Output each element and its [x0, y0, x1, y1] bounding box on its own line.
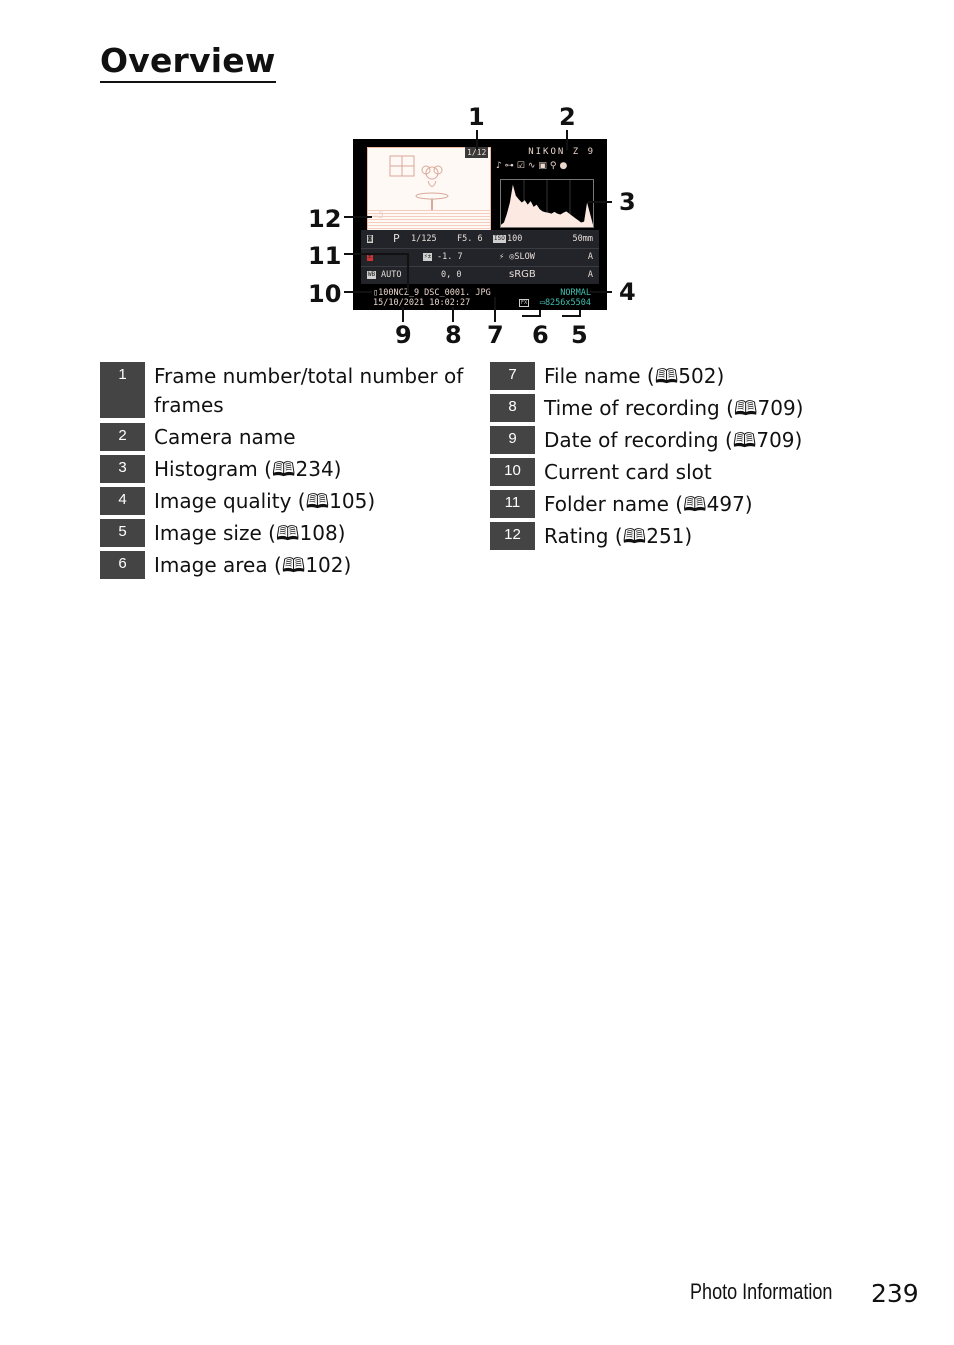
camera-screen: 1/12 ☆5 NIKON Z 9 ♪ ⊶ ☑ ∿ ▣ ⚲ ● ◙ P 1/125 F5. … [353, 139, 607, 310]
callout-8: 8 [445, 321, 462, 349]
focal-length: 50mm [572, 234, 593, 244]
info-row-exposure: ◙ P 1/125 F5. 6 ISO 100 50mm [361, 230, 599, 249]
legend-row: 8 Time of recording (🕮709) [490, 394, 850, 423]
info-row-color: WB AUTO 0, 0 sRGB A [361, 266, 599, 284]
legend-text: Rating (🕮251) [544, 524, 693, 548]
legend-number: 9 [490, 426, 535, 454]
wb-fine-tune: 0, 0 [441, 270, 462, 280]
flash-mode: ⚡ ◎SLOW [499, 252, 535, 262]
shutter-speed: 1/125 [411, 234, 437, 244]
image-area: FX [519, 299, 530, 307]
wb-label: WB [367, 271, 377, 279]
legend-number: 2 [100, 423, 145, 451]
photo-thumbnail [367, 147, 491, 231]
legend-text: Current card slot [544, 460, 712, 484]
legend-row: 9 Date of recording (🕮709) [490, 426, 850, 455]
callout-1: 1 [468, 103, 485, 131]
page-title: Overview [100, 42, 276, 83]
legend-row: 2 Camera name [100, 423, 480, 452]
iso-value: 100 [507, 234, 523, 244]
legend-row: 3 Histogram (🕮234) [100, 455, 480, 484]
legend-text: Histogram (🕮234) [154, 457, 342, 481]
flash-comp-icon: ⚡± [423, 253, 433, 261]
legend-left: 1 Frame number/total number of frames 2 Ca… [100, 362, 480, 583]
legend-text: Camera name [154, 425, 296, 449]
legend-number: 5 [100, 519, 145, 547]
legend-text: Folder name (🕮497) [544, 492, 753, 516]
legend-text: Image quality (🕮105) [154, 489, 376, 513]
legend-number: 12 [490, 522, 535, 550]
image-quality: NORMAL [560, 288, 591, 298]
callout-9: 9 [395, 321, 412, 349]
legend-number: 1 [100, 362, 145, 418]
legend-text: File name (🕮502) [544, 364, 725, 388]
legend-number: 4 [100, 487, 145, 515]
legend-row: 4 Image quality (🕮105) [100, 487, 480, 516]
histogram [500, 179, 594, 228]
legend-row: 12 Rating (🕮251) [490, 522, 850, 551]
active-d-lighting-icon: ∿ [527, 161, 537, 171]
camera-name: NIKON Z 9 [528, 147, 595, 157]
legend-number: 11 [490, 490, 535, 518]
section-label: Photo Information [690, 1279, 833, 1304]
legend-row: 1 Frame number/total number of frames [100, 362, 480, 420]
flash-comp-value: -1. 7 [437, 252, 463, 262]
shooting-mode: P [393, 232, 400, 245]
legend-number: 6 [100, 551, 145, 579]
legend-number: 10 [490, 458, 535, 486]
callout-11: 11 [308, 242, 342, 270]
folder-file-name: ▯100NCZ_9 DSC_0001. JPG [373, 288, 491, 298]
callout-6: 6 [532, 321, 549, 349]
legend-text: Frame number/total number of frames [154, 364, 464, 417]
metering-icon: ◙ [367, 235, 373, 243]
voice-memo-icon: ♪ [496, 161, 503, 171]
callout-2: 2 [559, 103, 576, 131]
iso-label: ISO [493, 235, 506, 243]
legend-row: 11 Folder name (🕮497) [490, 490, 850, 519]
legend-text: Image size (🕮108) [154, 521, 346, 545]
legend-row: 7 File name (🕮502) [490, 362, 850, 391]
exposure-comp-icon: ± [367, 253, 373, 261]
legend-number: 8 [490, 394, 535, 422]
picture-control: A [587, 270, 593, 280]
color-space: sRGB [509, 269, 536, 280]
legend-row: 6 Image area (🕮102) [100, 551, 480, 580]
page-number: 239 [871, 1279, 919, 1308]
callout-4: 4 [619, 278, 636, 306]
callout-5: 5 [571, 321, 588, 349]
callout-12: 12 [308, 205, 342, 233]
retouch-icon: ☑ [516, 161, 526, 171]
info-row-flash: ± ⚡± -1. 7 ⚡ ◎SLOW A [361, 248, 599, 267]
legend-number: 3 [100, 455, 145, 483]
callout-3: 3 [619, 188, 636, 216]
comment-icon: ● [559, 161, 569, 171]
callout-7: 7 [487, 321, 504, 349]
shooting-info-panel: ◙ P 1/125 F5. 6 ISO 100 50mm ± ⚡± -1. 7 … [361, 230, 599, 284]
protect-icon: ⊶ [504, 161, 515, 171]
legend-text: Time of recording (🕮709) [544, 396, 804, 420]
callout-10: 10 [308, 280, 342, 308]
aperture: F5. 6 [457, 234, 483, 244]
location-icon: ⚲ [549, 161, 558, 171]
frame-number: 1/12 [465, 147, 489, 158]
legend-text: Date of recording (🕮709) [544, 428, 803, 452]
legend-number: 7 [490, 362, 535, 390]
picture-control-icon: ▣ [538, 161, 548, 171]
legend-row: 10 Current card slot [490, 458, 850, 487]
rating-readout: ☆5 [373, 211, 384, 221]
legend-right: 7 File name (🕮502) 8 Time of recording (🕮7… [490, 362, 850, 554]
playback-screen-figure: 1/12 ☆5 NIKON Z 9 ♪ ⊶ ☑ ∿ ▣ ⚲ ● ◙ P 1/125 F5. … [300, 100, 650, 350]
legend-text: Image area (🕮102) [154, 553, 352, 577]
status-icons: ♪ ⊶ ☑ ∿ ▣ ⚲ ● [496, 161, 570, 171]
legend-row: 5 Image size (🕮108) [100, 519, 480, 548]
thumbnail-floor [368, 210, 490, 230]
recording-datetime: 15/10/2021 10:02:27 [373, 298, 471, 308]
image-size: ▭8256x5504 [539, 298, 591, 308]
ae-bracketing: A [587, 252, 593, 262]
white-balance: AUTO [381, 270, 402, 280]
